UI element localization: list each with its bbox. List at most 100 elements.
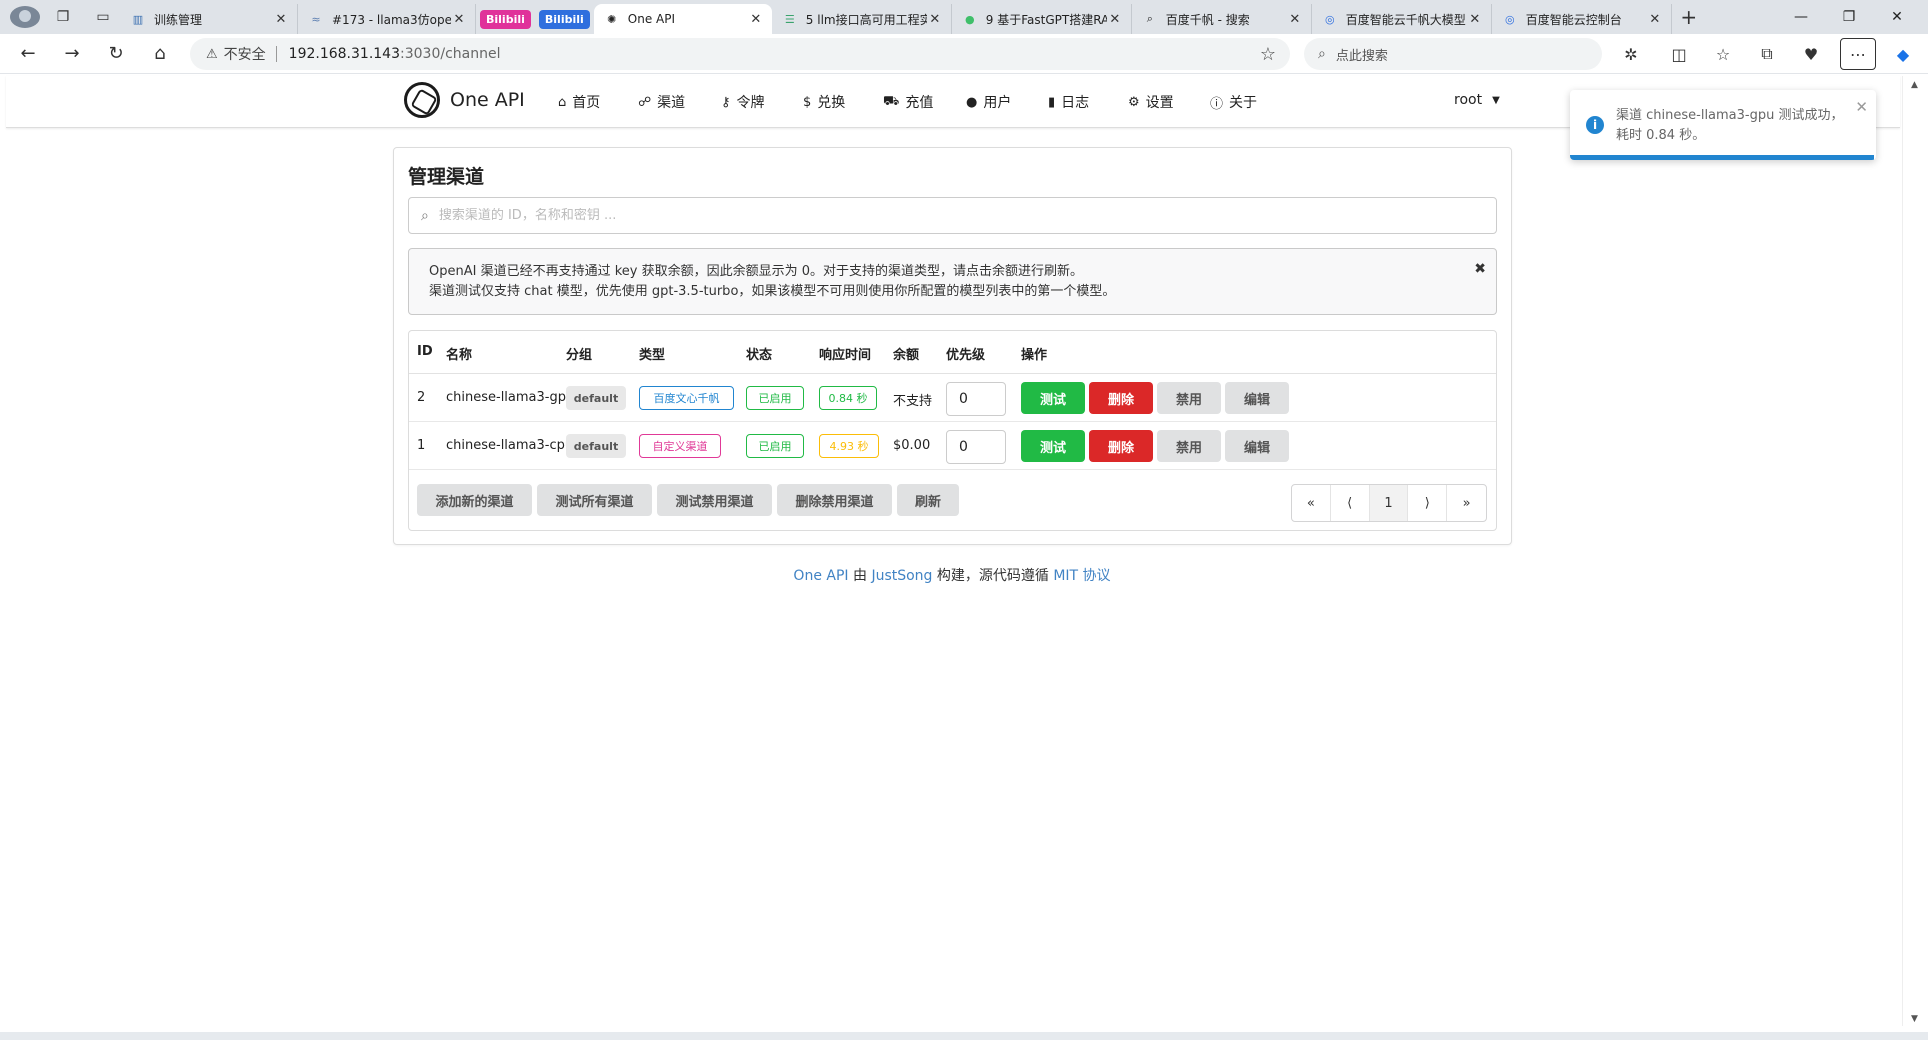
balance-value[interactable]: 不支持 xyxy=(893,390,932,409)
new-tab-icon[interactable]: + xyxy=(1672,5,1706,29)
user-dropdown[interactable]: root ▼ xyxy=(1454,92,1500,108)
close-tab-icon[interactable]: ✕ xyxy=(451,12,467,27)
page-number[interactable]: 1 xyxy=(1369,485,1409,521)
back-icon[interactable]: ← xyxy=(6,37,50,71)
search-icon: ⌕ xyxy=(1318,46,1326,62)
nav-item-channels[interactable]: ☍ 渠道 xyxy=(638,92,685,112)
browser-tab-pinned[interactable]: Bilibili xyxy=(535,4,594,34)
test-disabled-channels-button[interactable]: 测试禁用渠道 xyxy=(657,484,772,516)
home-button-icon[interactable]: ⌂ xyxy=(138,37,182,71)
delete-button[interactable]: 删除 xyxy=(1089,430,1153,462)
favorites-icon[interactable]: ☆ xyxy=(1706,38,1740,70)
collections-icon[interactable]: ⧉ xyxy=(1750,38,1784,70)
close-tab-icon[interactable]: ✕ xyxy=(1107,12,1123,27)
edit-button[interactable]: 编辑 xyxy=(1225,382,1289,414)
test-button[interactable]: 测试 xyxy=(1021,382,1085,414)
nav-item-settings[interactable]: ⚙ 设置 xyxy=(1128,92,1174,112)
nav-item-users[interactable]: ● 用户 xyxy=(966,92,1011,112)
add-channel-button[interactable]: 添加新的渠道 xyxy=(417,484,532,516)
copilot-icon[interactable]: ◆ xyxy=(1886,38,1920,70)
column-header[interactable]: 优先级 xyxy=(946,344,985,363)
test-all-channels-button[interactable]: 测试所有渠道 xyxy=(537,484,652,516)
browser-tab[interactable]: ◎ 百度智能云控制台 ✕ xyxy=(1492,4,1672,34)
footer-license-link[interactable]: MIT 协议 xyxy=(1053,568,1110,584)
nav-item-redeem[interactable]: $ 兑换 xyxy=(803,92,845,112)
browser-tab[interactable]: ● 9 基于FastGPT搭建RAG ✕ xyxy=(952,4,1132,34)
security-label: 不安全 xyxy=(223,47,266,63)
search-input[interactable] xyxy=(438,208,1479,223)
column-header[interactable]: 类型 xyxy=(639,344,665,363)
more-menu-icon[interactable]: ⋯ xyxy=(1840,38,1876,70)
balance-value[interactable]: $0.00 xyxy=(893,438,930,453)
browser-tab[interactable]: ◎ 百度智能云千帆大模型 ✕ xyxy=(1312,4,1492,34)
next-page-button[interactable]: ⟩ xyxy=(1408,485,1448,521)
tab-actions-icon[interactable]: ▭ xyxy=(86,3,120,31)
minimize-icon[interactable]: — xyxy=(1778,0,1824,34)
column-header[interactable]: 余额 xyxy=(893,344,919,363)
close-toast-icon[interactable]: ✕ xyxy=(1855,98,1868,116)
footer-author-link[interactable]: JustSong xyxy=(871,568,932,584)
close-tab-icon[interactable]: ✕ xyxy=(1467,12,1483,27)
browser-tab[interactable]: ⌕ 百度千帆 - 搜索 ✕ xyxy=(1132,4,1312,34)
column-header[interactable]: ID xyxy=(417,344,433,359)
disable-button[interactable]: 禁用 xyxy=(1157,382,1221,414)
channel-search[interactable]: ⌕ xyxy=(408,197,1497,234)
nav-item-topup[interactable]: ⛟ 充值 xyxy=(883,92,933,112)
scroll-up-icon[interactable]: ▲ xyxy=(1911,80,1918,90)
leaf-favicon-icon: ● xyxy=(964,12,975,26)
notice-line: OpenAI 渠道已经不再支持通过 key 获取余额，因此余额显示为 0。对于支… xyxy=(429,264,1084,279)
restore-icon[interactable]: ❐ xyxy=(1826,0,1872,34)
page-footer: One API 由 JustSong 构建，源代码遵循 MIT 协议 xyxy=(0,565,1904,585)
scroll-down-icon[interactable]: ▼ xyxy=(1911,1014,1918,1024)
edit-button[interactable]: 编辑 xyxy=(1225,430,1289,462)
address-bar[interactable]: ⚠ 不安全 192.168.31.143 :3030/channel ☆ xyxy=(190,38,1290,70)
delete-disabled-channels-button[interactable]: 删除禁用渠道 xyxy=(777,484,892,516)
home-icon: ⌂ xyxy=(558,94,567,110)
browser-tab-active[interactable]: ✺ One API ✕ xyxy=(593,4,772,34)
priority-input[interactable]: 0 xyxy=(946,382,1006,416)
workspaces-icon[interactable]: ❐ xyxy=(46,3,80,31)
delete-button[interactable]: 删除 xyxy=(1089,382,1153,414)
vertical-scrollbar[interactable]: ▲ ▼ xyxy=(1902,76,1928,1026)
browser-tab-pinned[interactable]: Bilibili xyxy=(476,4,535,34)
chart-favicon-icon: ▥ xyxy=(132,12,144,26)
footer-app-link[interactable]: One API xyxy=(793,568,848,584)
prev-page-button[interactable]: ⟨ xyxy=(1331,485,1370,521)
close-window-icon[interactable]: ✕ xyxy=(1874,0,1920,34)
first-page-button[interactable]: « xyxy=(1292,485,1331,521)
nav-item-about[interactable]: ⓘ 关于 xyxy=(1210,92,1257,112)
column-header[interactable]: 名称 xyxy=(446,344,472,363)
forward-icon[interactable]: → xyxy=(50,37,94,71)
test-button[interactable]: 测试 xyxy=(1021,430,1085,462)
browser-tab[interactable]: ≈ #173 - llama3仿openai ✕ xyxy=(298,4,476,34)
column-header[interactable]: 响应时间 xyxy=(819,344,871,363)
priority-input[interactable]: 0 xyxy=(946,430,1006,464)
browser-search-box[interactable]: ⌕ 点此搜索 xyxy=(1304,38,1602,70)
close-tab-icon[interactable]: ✕ xyxy=(748,12,764,27)
reload-icon[interactable]: ↻ xyxy=(94,37,138,71)
close-tab-icon[interactable]: ✕ xyxy=(1647,12,1663,27)
last-page-button[interactable]: » xyxy=(1447,485,1486,521)
brand-logo[interactable]: One API xyxy=(404,82,525,118)
disable-button[interactable]: 禁用 xyxy=(1157,430,1221,462)
column-header[interactable]: 状态 xyxy=(746,344,772,363)
nav-item-logs[interactable]: ▮ 日志 xyxy=(1048,92,1089,112)
column-header[interactable]: 分组 xyxy=(566,344,592,363)
nav-item-home[interactable]: ⌂ 首页 xyxy=(558,92,600,112)
nav-item-tokens[interactable]: ⚷ 令牌 xyxy=(721,92,765,112)
close-notice-icon[interactable]: ✖ xyxy=(1474,259,1486,279)
favorite-star-icon[interactable]: ☆ xyxy=(1260,44,1276,65)
extensions-icon[interactable]: ✲ xyxy=(1614,38,1648,70)
refresh-button[interactable]: 刷新 xyxy=(897,484,959,516)
close-tab-icon[interactable]: ✕ xyxy=(927,12,943,27)
profile-avatar[interactable] xyxy=(10,6,40,28)
close-tab-icon[interactable]: ✕ xyxy=(1287,12,1303,27)
close-tab-icon[interactable]: ✕ xyxy=(273,12,289,27)
user-icon: ● xyxy=(966,94,978,110)
split-screen-icon[interactable]: ◫ xyxy=(1662,38,1696,70)
browser-tab[interactable]: ☰ 5 llm接口高可用工程实 ✕ xyxy=(772,4,952,34)
browser-tab[interactable]: ▥ 训练管理 ✕ xyxy=(120,4,298,34)
performance-icon[interactable]: ♥ xyxy=(1794,38,1828,70)
doc-favicon-icon: ☰ xyxy=(784,12,795,26)
search-placeholder: 点此搜索 xyxy=(1335,48,1388,64)
